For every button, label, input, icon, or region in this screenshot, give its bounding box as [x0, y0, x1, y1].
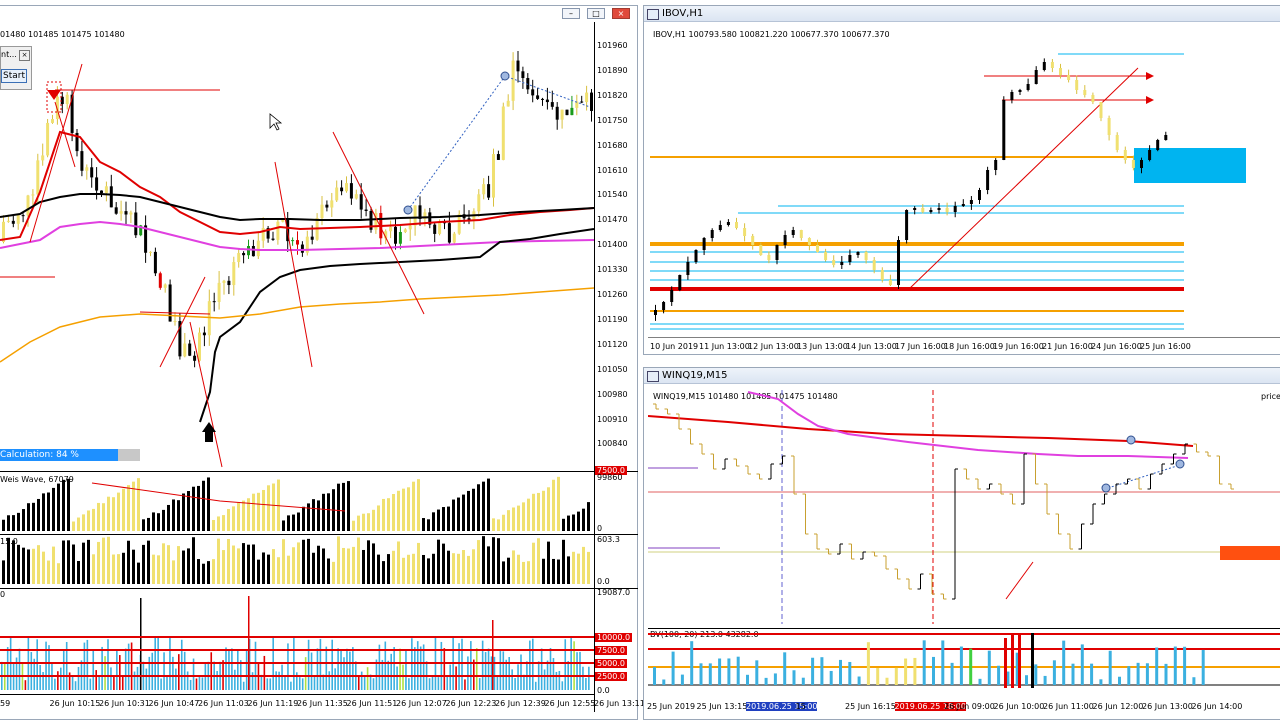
price-label: 101400: [597, 240, 628, 250]
time-label: 25 Jun 16:00: [1140, 342, 1191, 351]
time-label: 2019.06.25 15:00: [746, 702, 818, 711]
time-label: 26 Jun 12:23: [445, 699, 497, 708]
price-label: 100980: [597, 389, 628, 399]
script-dialog[interactable]: nt... × Start: [0, 46, 32, 90]
winq-bv-separator: [648, 628, 1280, 629]
time-label: 11 Jun 13:00: [699, 342, 750, 351]
sub3-level-4: 2500.0: [595, 672, 627, 681]
time-label: 59: [0, 699, 11, 708]
left-window-controls: – □ ×: [0, 6, 637, 22]
time-label: 10 Jun 2019: [650, 342, 699, 351]
sub3-level-2: 7500.0: [595, 646, 627, 655]
price-label: 100910: [597, 414, 628, 424]
time-label: 24 Jun 16:00: [1091, 342, 1142, 351]
time-label: 21 Jun 16:00: [1042, 342, 1093, 351]
price-label: 101120: [597, 339, 628, 349]
time-label: 26 Jun 09:00: [944, 702, 995, 711]
price-label: 101750: [597, 115, 628, 125]
sub3-level-3: 5000.0: [595, 659, 627, 668]
time-label: 26 Jun 12:55: [544, 699, 596, 708]
time-label: 26 Jun 12:07: [396, 699, 447, 708]
time-label: 26 Jun 10:31: [99, 699, 150, 708]
left-ohlc: 01480 101485 101475 101480: [0, 30, 125, 39]
dialog-close-icon[interactable]: ×: [19, 50, 30, 61]
weis-wave-max: 99860: [597, 473, 623, 482]
time-label: 26 Jun 11:03: [198, 699, 249, 708]
ibov-ohlc: IBOV,H1 100793.580 100821.220 100677.370…: [653, 30, 890, 39]
price-label: 101610: [597, 165, 628, 175]
weis-wave-chart: [2, 476, 590, 531]
minimize-icon[interactable]: –: [562, 8, 580, 19]
sub3-separator: [0, 588, 638, 589]
price-label: 101470: [597, 215, 628, 225]
price-label: 101050: [597, 364, 628, 374]
start-button[interactable]: Start: [1, 69, 27, 83]
sub2-min: 0.0: [597, 577, 610, 586]
sub2-chart: [2, 536, 590, 584]
time-label: 19 Jun 16:00: [993, 342, 1044, 351]
time-label: 25 Jun 16:15: [845, 702, 896, 711]
time-label: 26 Jun 10:15: [49, 699, 101, 708]
price-label: 101890: [597, 65, 628, 75]
time-label: 18 Jun 16:00: [944, 342, 995, 351]
time-label: 13 Jun 13:00: [797, 342, 848, 351]
left-time-axis-border: [0, 694, 594, 695]
time-label: 26 Jun 10:47: [148, 699, 200, 708]
weis-wave-min: 0: [597, 524, 603, 533]
restore-icon[interactable]: □: [587, 8, 605, 19]
time-label: 14 Jun 13:00: [846, 342, 897, 351]
dialog-title: nt...: [1, 50, 17, 59]
time-label: 15: [795, 702, 806, 711]
winq-bv-chart: [648, 633, 1280, 688]
sub2-max: 603.3: [597, 535, 620, 544]
sub3-min: 0.0: [597, 686, 610, 695]
time-label: 12 Jun 13:00: [748, 342, 799, 351]
left-price-scale-border: [594, 22, 595, 712]
time-label: 17 Jun 16:00: [895, 342, 946, 351]
target-marker-2: [500, 71, 510, 81]
time-label: 26 Jun 11:19: [247, 699, 299, 708]
target-marker-1: [403, 205, 413, 215]
chart-window-icon: [647, 9, 659, 20]
ibov-title: IBOV,H1: [662, 8, 704, 19]
time-label: 25 Jun 2019: [647, 702, 696, 711]
price-label: 101330: [597, 265, 628, 275]
price-label: 101190: [597, 314, 628, 324]
price-label: 101260: [597, 290, 628, 299]
calculation-label: Calculation: 84 %: [0, 450, 79, 460]
price-label: 101820: [597, 90, 628, 100]
time-label: 26 Jun 10:00: [993, 702, 1045, 711]
time-label: 26 Jun 11:35: [297, 699, 348, 708]
left-price-chart[interactable]: [0, 22, 594, 470]
price-label: 101540: [597, 190, 628, 200]
time-label: 26 Jun 11:51: [346, 699, 398, 708]
time-label: 26 Jun 12:39: [495, 699, 546, 708]
time-label: 26 Jun 14:00: [1191, 702, 1243, 711]
sub1-separator: [0, 471, 638, 472]
sub3-level-1: 10000.0: [595, 633, 633, 642]
price-label: 100840: [597, 439, 628, 449]
chart-window-icon: [647, 371, 659, 382]
ibov-chart[interactable]: [648, 40, 1280, 338]
time-label: 25 Jun 13:15: [696, 702, 748, 711]
time-label: 26 Jun 13:11: [594, 699, 645, 708]
price-label: 101680: [597, 140, 628, 150]
time-label: 26 Jun 12:00: [1092, 702, 1144, 711]
winq-chart[interactable]: [648, 384, 1280, 626]
time-label: 26 Jun 11:00: [1043, 702, 1094, 711]
time-label: 26 Jun 13:00: [1142, 702, 1193, 711]
sub2-separator: [0, 534, 638, 535]
calculation-progress: Calculation: 84 %: [0, 449, 140, 461]
price-label: 101960: [597, 41, 628, 50]
ibov-titlebar[interactable]: IBOV,H1: [644, 6, 1280, 22]
ibov-levels: [650, 53, 1184, 330]
close-icon[interactable]: ×: [612, 8, 630, 19]
sub3-max: 19087.0: [597, 588, 631, 597]
winq-title: WINQ19,M15: [662, 370, 728, 381]
winq-titlebar[interactable]: WINQ19,M15: [644, 368, 1280, 384]
sub3-chart: [0, 596, 594, 690]
